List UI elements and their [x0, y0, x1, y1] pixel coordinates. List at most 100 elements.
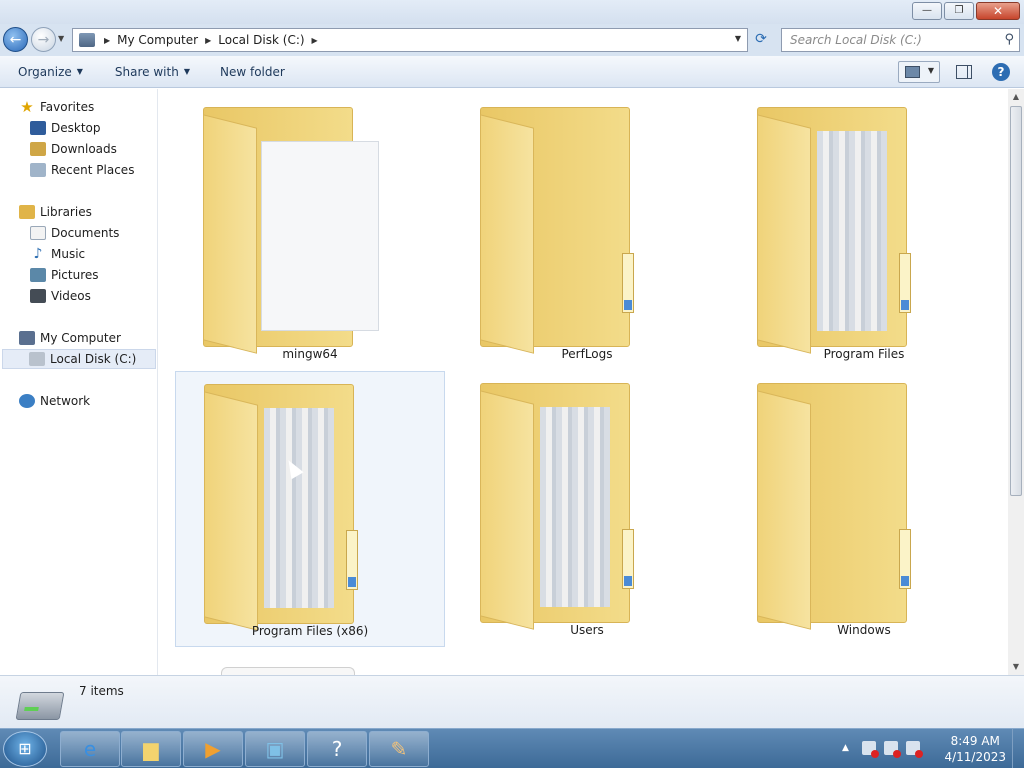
- organize-button[interactable]: Organize ▼: [18, 65, 83, 79]
- scroll-thumb[interactable]: [1010, 106, 1022, 496]
- restore-button[interactable]: ❐: [944, 2, 974, 20]
- folder-label: Windows: [837, 623, 891, 637]
- back-button[interactable]: ←: [3, 27, 28, 52]
- desktop-icon: [30, 121, 46, 135]
- view-icon: [905, 66, 920, 78]
- hard-drive-icon: [15, 692, 65, 720]
- taskbar-internet-explorer[interactable]: e: [60, 731, 120, 767]
- sidebar-item-recent-places[interactable]: Recent Places: [30, 160, 134, 180]
- change-view-button[interactable]: ▼: [898, 61, 940, 83]
- videos-icon: [30, 289, 46, 303]
- computer-icon: [19, 331, 35, 345]
- media-player-icon: ▶: [205, 737, 221, 761]
- taskbar: ⊞ e ▆ ▶ ▣ ? ✎ ▲ 8:49 AM 4/11/2023: [0, 728, 1024, 768]
- recent-pages-dropdown[interactable]: ▼: [58, 34, 68, 44]
- close-button[interactable]: ✕: [976, 2, 1020, 20]
- folder-label: Program Files: [823, 347, 905, 361]
- sidebar-item-pictures[interactable]: Pictures: [30, 265, 99, 285]
- start-button[interactable]: ⊞: [3, 731, 47, 767]
- arrow-left-icon: ←: [9, 31, 22, 48]
- folder-label: PerfLogs: [561, 347, 613, 361]
- new-folder-button[interactable]: New folder: [220, 65, 285, 79]
- breadcrumb-my-computer[interactable]: My Computer: [117, 33, 198, 47]
- folder-item-program-files-x86[interactable]: Program Files (x86): [175, 371, 445, 647]
- sidebar-item-libraries[interactable]: Libraries: [19, 202, 92, 222]
- folder-icon: [480, 101, 656, 354]
- folder-icon: [204, 378, 380, 631]
- preview-pane-button[interactable]: [956, 65, 972, 79]
- item-count: 7 items: [79, 684, 124, 698]
- sidebar-item-label: My Computer: [40, 331, 121, 345]
- folder-item-mingw64[interactable]: mingw64: [175, 95, 445, 371]
- clock-date: 4/11/2023: [944, 750, 1006, 764]
- chevron-down-icon: ▼: [183, 67, 190, 76]
- folder-label: Users: [570, 623, 604, 637]
- vertical-scrollbar[interactable]: ▲ ▼: [1008, 89, 1024, 675]
- share-with-button[interactable]: Share with ▼: [115, 65, 190, 79]
- chevron-up-icon[interactable]: ▲: [842, 743, 849, 753]
- sidebar-item-label: Downloads: [51, 142, 117, 156]
- folder-item-perflogs[interactable]: PerfLogs: [452, 95, 722, 371]
- search-input[interactable]: Search Local Disk (C:) ⚲: [781, 28, 1020, 52]
- taskbar-image-viewer[interactable]: ▣: [245, 731, 305, 767]
- taskbar-paint[interactable]: ✎: [369, 731, 429, 767]
- folder-label: mingw64: [282, 347, 338, 361]
- forward-button[interactable]: →: [31, 27, 56, 52]
- search-icon[interactable]: ⚲: [1004, 32, 1014, 47]
- organize-label: Organize: [18, 64, 72, 79]
- sidebar-item-videos[interactable]: Videos: [30, 286, 91, 306]
- show-desktop-button[interactable]: [1012, 729, 1024, 768]
- window-controls: — ❐ ✕: [910, 2, 1020, 20]
- sidebar-item-desktop[interactable]: Desktop: [30, 118, 101, 138]
- restore-icon: ❐: [954, 5, 964, 16]
- refresh-button[interactable]: ⟳: [752, 31, 770, 49]
- chevron-right-icon[interactable]: ▶: [205, 36, 211, 45]
- folder-icon: [757, 377, 933, 630]
- network-status-icon[interactable]: [884, 741, 901, 758]
- chevron-down-icon: ▼: [76, 67, 83, 76]
- internet-explorer-icon: e: [83, 737, 97, 761]
- computer-icon: [79, 33, 95, 47]
- navigation-pane: ★ Favorites Desktop Downloads Recent Plac…: [0, 89, 158, 675]
- address-bar[interactable]: ▶ My Computer ▶ Local Disk (C:) ▶ ▼: [72, 28, 748, 52]
- sidebar-item-label: Desktop: [51, 121, 101, 135]
- taskbar-file-explorer[interactable]: ▆: [121, 731, 181, 767]
- folder-item-windows[interactable]: Windows: [729, 371, 999, 647]
- sidebar-item-my-computer[interactable]: My Computer: [19, 328, 121, 348]
- hard-drive-icon: [29, 352, 45, 366]
- scroll-down-button[interactable]: ▼: [1008, 659, 1024, 675]
- folder-item-program-files[interactable]: Program Files: [729, 95, 999, 371]
- libraries-icon: [19, 205, 35, 219]
- breadcrumb-local-disk[interactable]: Local Disk (C:): [218, 33, 304, 47]
- file-list: mingw64 PerfLogs Program Files Program F…: [159, 89, 1008, 675]
- folder-icon: [757, 101, 933, 354]
- chevron-right-icon[interactable]: ▶: [104, 36, 110, 45]
- sidebar-item-local-disk[interactable]: Local Disk (C:): [2, 349, 156, 369]
- address-dropdown-icon[interactable]: ▼: [735, 34, 741, 43]
- sidebar-item-downloads[interactable]: Downloads: [30, 139, 117, 159]
- help-button[interactable]: ?: [992, 63, 1010, 81]
- action-center-icon[interactable]: [862, 741, 879, 758]
- minimize-button[interactable]: —: [912, 2, 942, 20]
- sidebar-item-network[interactable]: Network: [19, 391, 90, 411]
- close-icon: ✕: [992, 4, 1004, 18]
- refresh-icon: ⟳: [755, 31, 767, 47]
- sidebar-item-label: Local Disk (C:): [50, 352, 137, 366]
- sidebar-item-label: Network: [40, 394, 91, 408]
- chevron-down-icon[interactable]: ▼: [928, 66, 934, 75]
- file-item-partial[interactable]: [221, 667, 355, 675]
- clock-time: 8:49 AM: [950, 734, 1000, 748]
- folder-item-users[interactable]: Users: [452, 371, 722, 647]
- scroll-up-button[interactable]: ▲: [1008, 89, 1024, 105]
- chevron-right-icon[interactable]: ▶: [312, 36, 318, 45]
- taskbar-help[interactable]: ?: [307, 731, 367, 767]
- volume-muted-icon[interactable]: [906, 741, 923, 758]
- taskbar-media-player[interactable]: ▶: [183, 731, 243, 767]
- sidebar-item-label: Pictures: [51, 268, 99, 282]
- sidebar-item-music[interactable]: ♪ Music: [30, 244, 86, 264]
- sidebar-item-favorites[interactable]: ★ Favorites: [19, 97, 94, 117]
- clock[interactable]: 8:49 AM 4/11/2023: [944, 733, 1006, 765]
- sidebar-item-documents[interactable]: Documents: [30, 223, 119, 243]
- music-icon: ♪: [33, 246, 43, 262]
- windows-logo-icon: ⊞: [18, 739, 32, 758]
